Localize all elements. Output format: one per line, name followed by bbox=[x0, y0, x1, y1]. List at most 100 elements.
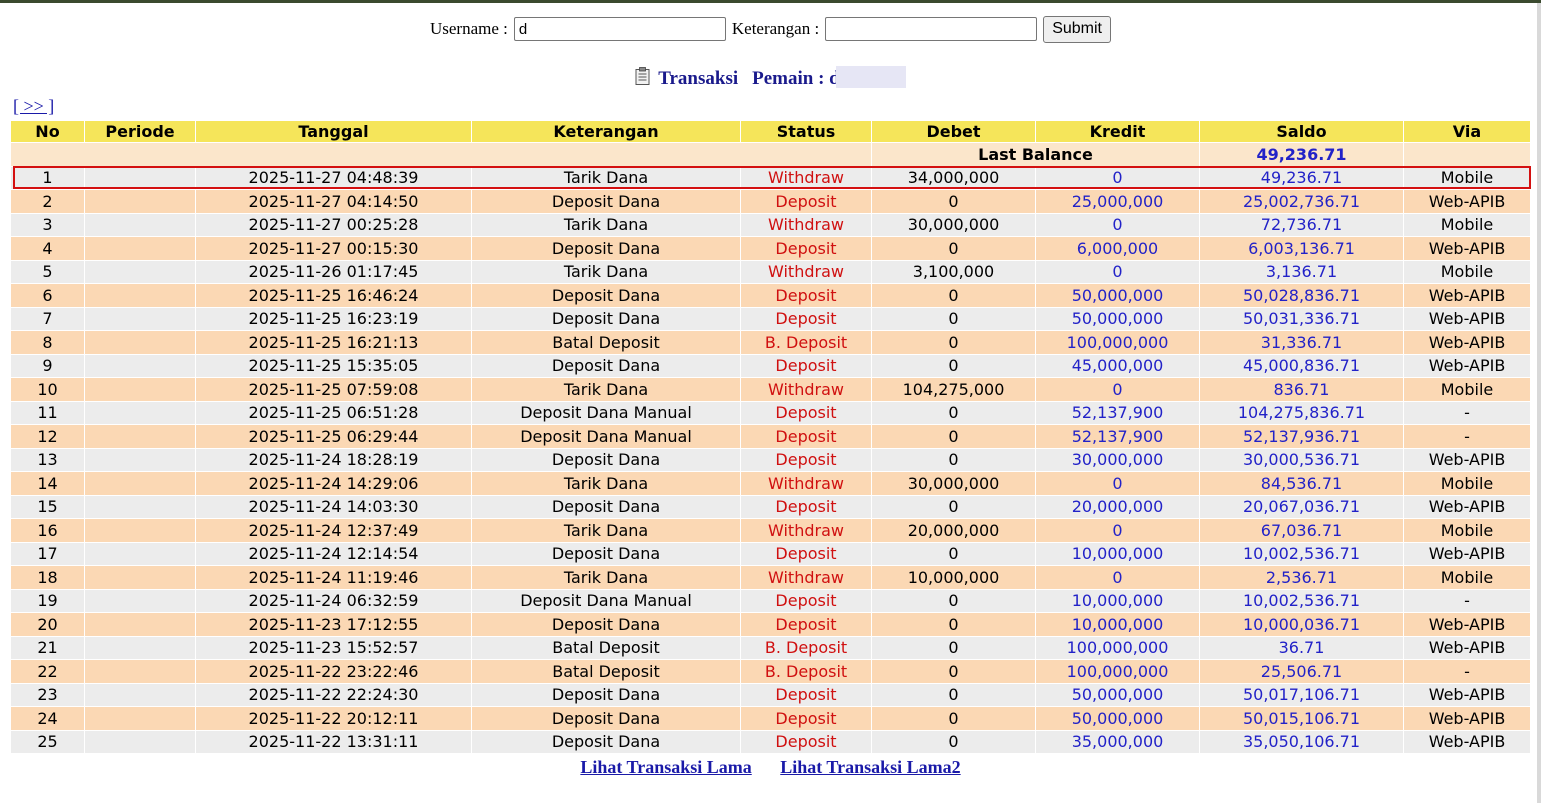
cell-via: Mobile bbox=[1404, 472, 1530, 495]
cell-tanggal: 2025-11-24 12:37:49 bbox=[196, 519, 471, 542]
cell-via: Mobile bbox=[1404, 566, 1530, 589]
cell-saldo: 10,002,536.71 bbox=[1200, 589, 1403, 612]
cell-periode bbox=[85, 307, 195, 330]
old-transactions2-link[interactable]: Lihat Transaksi Lama2 bbox=[780, 757, 960, 777]
redacted-name bbox=[835, 66, 906, 88]
cell-periode bbox=[85, 495, 195, 518]
cell-debet: 0 bbox=[872, 448, 1035, 471]
cell-status: Withdraw bbox=[741, 519, 871, 542]
cell-kredit: 100,000,000 bbox=[1036, 331, 1199, 354]
table-row: 1 2025-11-27 04:48:39 Tarik Dana Withdraw 34… bbox=[11, 166, 1530, 189]
cell-keterangan: Deposit Dana Manual bbox=[472, 401, 740, 424]
cell-keterangan: Deposit Dana bbox=[472, 707, 740, 730]
header-keterangan: Keterangan bbox=[472, 121, 740, 142]
cell-no: 13 bbox=[11, 448, 84, 471]
cell-status: Deposit bbox=[741, 237, 871, 260]
cell-keterangan: Tarik Dana bbox=[472, 566, 740, 589]
table-row: 13 2025-11-24 18:28:19 Deposit Dana Deposit… bbox=[11, 448, 1530, 471]
cell-tanggal: 2025-11-27 04:48:39 bbox=[196, 166, 471, 189]
table-row: 12 2025-11-25 06:29:44 Deposit Dana Manual… bbox=[11, 425, 1530, 448]
cell-periode bbox=[85, 354, 195, 377]
cell-debet: 0 bbox=[872, 636, 1035, 659]
scrollbar-track[interactable] bbox=[1537, 3, 1541, 803]
cell-periode bbox=[85, 660, 195, 683]
old-transactions-link[interactable]: Lihat Transaksi Lama bbox=[580, 757, 751, 777]
cell-tanggal: 2025-11-22 23:22:46 bbox=[196, 660, 471, 683]
cell-periode bbox=[85, 636, 195, 659]
cell-keterangan: Batal Deposit bbox=[472, 660, 740, 683]
table-row: 4 2025-11-27 00:15:30 Deposit Dana Deposit 0… bbox=[11, 237, 1530, 260]
cell-no: 6 bbox=[11, 284, 84, 307]
cell-via: Mobile bbox=[1404, 519, 1530, 542]
cell-keterangan: Tarik Dana bbox=[472, 519, 740, 542]
table-row: 19 2025-11-24 06:32:59 Deposit Dana Manual… bbox=[11, 589, 1530, 612]
cell-saldo: 45,000,836.71 bbox=[1200, 354, 1403, 377]
cell-via: - bbox=[1404, 401, 1530, 424]
cell-no: 15 bbox=[11, 495, 84, 518]
cell-status: Deposit bbox=[741, 707, 871, 730]
header-saldo: Saldo bbox=[1200, 121, 1403, 142]
cell-no: 9 bbox=[11, 354, 84, 377]
cell-status: Deposit bbox=[741, 448, 871, 471]
cell-debet: 30,000,000 bbox=[872, 472, 1035, 495]
cell-tanggal: 2025-11-25 07:59:08 bbox=[196, 378, 471, 401]
cell-periode bbox=[85, 190, 195, 213]
cell-tanggal: 2025-11-25 16:46:24 bbox=[196, 284, 471, 307]
keterangan-input[interactable] bbox=[825, 17, 1038, 41]
cell-via: Web-APIB bbox=[1404, 683, 1530, 706]
cell-periode bbox=[85, 542, 195, 565]
cell-saldo: 10,002,536.71 bbox=[1200, 542, 1403, 565]
cell-saldo: 25,002,736.71 bbox=[1200, 190, 1403, 213]
cell-via: Web-APIB bbox=[1404, 354, 1530, 377]
cell-via: Web-APIB bbox=[1404, 495, 1530, 518]
cell-debet: 10,000,000 bbox=[872, 566, 1035, 589]
cell-tanggal: 2025-11-24 18:28:19 bbox=[196, 448, 471, 471]
cell-keterangan: Tarik Dana bbox=[472, 472, 740, 495]
cell-kredit: 35,000,000 bbox=[1036, 730, 1199, 753]
cell-status: Deposit bbox=[741, 495, 871, 518]
table-row: 17 2025-11-24 12:14:54 Deposit Dana Deposit… bbox=[11, 542, 1530, 565]
cell-periode bbox=[85, 683, 195, 706]
cell-debet: 34,000,000 bbox=[872, 166, 1035, 189]
table-row: 2 2025-11-27 04:14:50 Deposit Dana Deposit 0… bbox=[11, 190, 1530, 213]
cell-no: 17 bbox=[11, 542, 84, 565]
cell-tanggal: 2025-11-25 15:35:05 bbox=[196, 354, 471, 377]
username-input[interactable] bbox=[513, 17, 726, 41]
cell-keterangan: Deposit Dana Manual bbox=[472, 589, 740, 612]
username-label: Username : bbox=[429, 19, 508, 38]
cell-debet: 0 bbox=[872, 331, 1035, 354]
title-pemain: Pemain : d bbox=[752, 68, 840, 89]
cell-keterangan: Tarik Dana bbox=[472, 213, 740, 236]
cell-keterangan: Tarik Dana bbox=[472, 166, 740, 189]
cell-kredit: 30,000,000 bbox=[1036, 448, 1199, 471]
cell-kredit: 0 bbox=[1036, 519, 1199, 542]
table-header-row: No Periode Tanggal Keterangan Status Deb… bbox=[11, 121, 1530, 142]
cell-debet: 0 bbox=[872, 660, 1035, 683]
cell-periode bbox=[85, 448, 195, 471]
last-balance-label: Last Balance bbox=[872, 143, 1199, 166]
cell-status: Deposit bbox=[741, 613, 871, 636]
cell-no: 3 bbox=[11, 213, 84, 236]
cell-kredit: 50,000,000 bbox=[1036, 683, 1199, 706]
cell-saldo: 50,028,836.71 bbox=[1200, 284, 1403, 307]
cell-kredit: 6,000,000 bbox=[1036, 237, 1199, 260]
top-border bbox=[0, 0, 1541, 3]
cell-periode bbox=[85, 260, 195, 283]
table-row: 24 2025-11-22 20:12:11 Deposit Dana Deposit… bbox=[11, 707, 1530, 730]
cell-kredit: 45,000,000 bbox=[1036, 354, 1199, 377]
cell-kredit: 50,000,000 bbox=[1036, 307, 1199, 330]
cell-kredit: 0 bbox=[1036, 378, 1199, 401]
cell-tanggal: 2025-11-22 20:12:11 bbox=[196, 707, 471, 730]
next-page-link[interactable]: [ >> ] bbox=[13, 96, 54, 117]
submit-button[interactable]: Submit bbox=[1043, 15, 1111, 43]
table-row: 23 2025-11-22 22:24:30 Deposit Dana Deposit… bbox=[11, 683, 1530, 706]
cell-via: Web-APIB bbox=[1404, 730, 1530, 753]
cell-via: Web-APIB bbox=[1404, 190, 1530, 213]
cell-status: Withdraw bbox=[741, 472, 871, 495]
cell-debet: 0 bbox=[872, 683, 1035, 706]
cell-saldo: 50,031,336.71 bbox=[1200, 307, 1403, 330]
cell-debet: 0 bbox=[872, 284, 1035, 307]
cell-kredit: 100,000,000 bbox=[1036, 660, 1199, 683]
cell-kredit: 25,000,000 bbox=[1036, 190, 1199, 213]
table-row: 16 2025-11-24 12:37:49 Tarik Dana Withdraw 2… bbox=[11, 519, 1530, 542]
